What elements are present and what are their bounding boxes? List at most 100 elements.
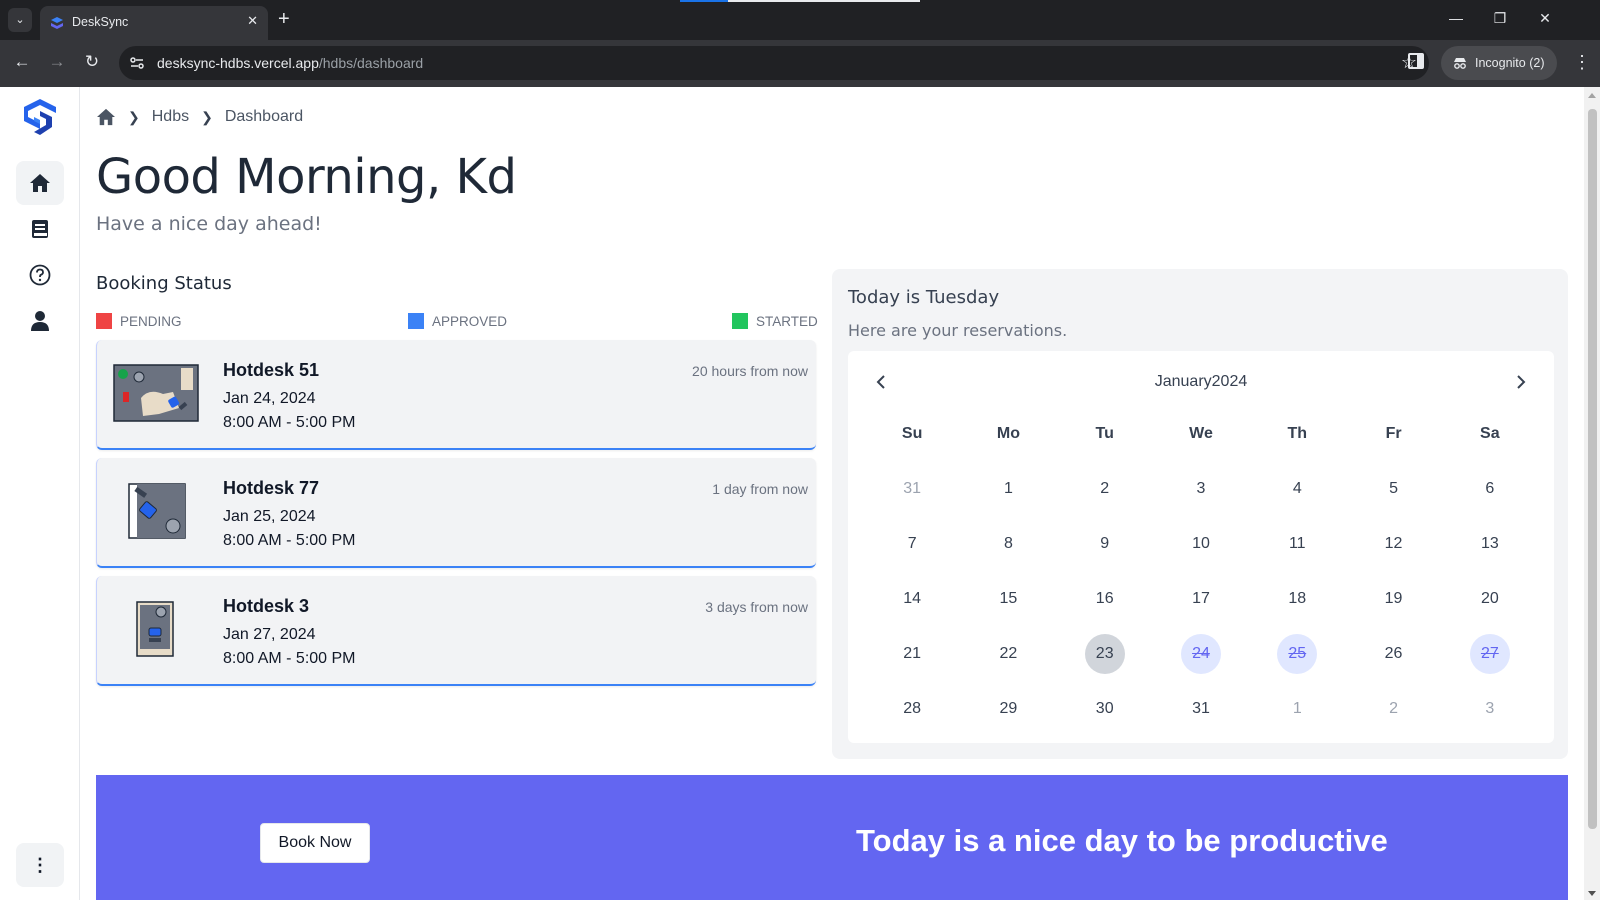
booking-status-title: Booking Status: [96, 273, 232, 294]
calendar-day[interactable]: 14: [864, 571, 960, 626]
sidebar-item-home[interactable]: [16, 161, 64, 205]
new-tab-button[interactable]: +: [278, 8, 290, 30]
calendar-day[interactable]: 10: [1153, 516, 1249, 571]
calendar-day[interactable]: 21: [864, 626, 960, 681]
weekday-label: Sa: [1480, 425, 1500, 442]
calendar-day-number: 2: [1100, 479, 1110, 497]
minimize-window-icon[interactable]: —: [1446, 10, 1466, 26]
tab-search-button[interactable]: ⌄: [8, 8, 32, 32]
legend-pending: PENDING: [96, 313, 182, 329]
page-title: Good Morning, Kd: [96, 149, 517, 205]
legend-started: STARTED: [732, 313, 818, 329]
calendar-day-number: 17: [1192, 589, 1210, 607]
calendar-day[interactable]: 15: [960, 571, 1056, 626]
calendar-day[interactable]: 9: [1057, 516, 1153, 571]
calendar-next-month-button[interactable]: [1508, 369, 1534, 395]
desk-floorplan-thumbnail: [113, 364, 199, 422]
sidebar-more-button[interactable]: ⋮: [16, 843, 64, 887]
booking-date: Jan 27, 2024: [223, 626, 316, 643]
browser-menu-icon[interactable]: ⋮: [1573, 50, 1591, 74]
close-window-icon[interactable]: ✕: [1535, 10, 1555, 27]
calendar-day[interactable]: 6: [1442, 461, 1538, 516]
calendar-month-label: January2024: [1154, 373, 1248, 390]
calendar-day[interactable]: 19: [1345, 571, 1441, 626]
calendar-day-number: 11: [1288, 534, 1306, 552]
side-panel-icon[interactable]: [1408, 53, 1424, 69]
calendar-day[interactable]: 20: [1442, 571, 1538, 626]
weekday-label: Fr: [1385, 425, 1402, 442]
browser-tab[interactable]: DeskSync ✕: [40, 6, 268, 40]
home-icon: [30, 174, 50, 192]
page-subtitle: Have a nice day ahead!: [96, 213, 322, 235]
scroll-down-arrow-icon[interactable]: [1588, 891, 1596, 896]
weekday-label: Th: [1287, 425, 1308, 442]
calendar-day-number: 27: [1469, 633, 1510, 674]
forward-arrow-icon[interactable]: →: [46, 52, 68, 72]
calendar-day[interactable]: 30: [1057, 681, 1153, 736]
calendar-day-number: 7: [907, 534, 917, 552]
calendar-day[interactable]: 8: [960, 516, 1056, 571]
breadcrumb-item-hdbs[interactable]: Hdbs: [152, 108, 189, 126]
calendar-day[interactable]: 18: [1249, 571, 1345, 626]
weekday-label: We: [1189, 425, 1213, 442]
back-arrow-icon[interactable]: ←: [11, 52, 33, 72]
booking-card[interactable]: Hotdesk 77 Jan 25, 2024 8:00 AM - 5:00 P…: [96, 458, 816, 568]
sidebar-item-bookings[interactable]: [16, 207, 64, 251]
calendar-day[interactable]: 28: [864, 681, 960, 736]
desk-floorplan-thumbnail: [128, 483, 186, 539]
address-bar[interactable]: desksync-hdbs.vercel.app/hdbs/dashboard …: [119, 46, 1429, 80]
booking-desk-name: Hotdesk 3: [223, 596, 310, 616]
calendar-day-today[interactable]: 23: [1057, 626, 1153, 681]
calendar-day-number: 5: [1389, 479, 1399, 497]
booking-date: Jan 24, 2024: [223, 390, 316, 407]
sidebar-item-help[interactable]: [16, 253, 64, 297]
calendar-day[interactable]: 1: [960, 461, 1056, 516]
reservations-calendar-panel: Today is Tuesday Here are your reservati…: [832, 269, 1568, 759]
calendar-day[interactable]: 2: [1057, 461, 1153, 516]
calendar-day[interactable]: 17: [1153, 571, 1249, 626]
booking-time: 8:00 AM - 5:00 PM: [223, 532, 356, 549]
calendar-day[interactable]: 31: [864, 461, 960, 516]
booking-desk-name: Hotdesk 51: [223, 360, 320, 380]
pending-swatch: [96, 313, 112, 329]
browser-tab-bar: ⌄ DeskSync ✕ + — ❐ ✕: [0, 0, 1600, 40]
incognito-button[interactable]: Incognito (2): [1441, 46, 1557, 80]
calendar-day[interactable]: 5: [1345, 461, 1441, 516]
calendar-day[interactable]: 11: [1249, 516, 1345, 571]
desksync-logo-icon[interactable]: [20, 97, 60, 137]
restore-window-icon[interactable]: ❐: [1490, 10, 1510, 27]
calendar-weekday-header: Su Mo Tu We Th Fr Sa: [864, 425, 1538, 443]
calendar-day[interactable]: 29: [960, 681, 1056, 736]
calendar-day[interactable]: 7: [864, 516, 960, 571]
breadcrumb-home-icon[interactable]: [96, 108, 116, 126]
page-scrollbar[interactable]: [1584, 87, 1600, 900]
calendar-day[interactable]: 4: [1249, 461, 1345, 516]
calendar-day[interactable]: 3: [1153, 461, 1249, 516]
calendar-day[interactable]: 2: [1345, 681, 1441, 736]
calendar-day[interactable]: 26: [1345, 626, 1441, 681]
calendar-day-number: 3: [1196, 479, 1206, 497]
calendar-day[interactable]: 1: [1249, 681, 1345, 736]
booking-card[interactable]: Hotdesk 3 Jan 27, 2024 8:00 AM - 5:00 PM…: [96, 576, 816, 686]
sidebar-item-profile[interactable]: [16, 299, 64, 343]
tab-close-icon[interactable]: ✕: [247, 13, 258, 29]
calendar-day-booked[interactable]: 24: [1153, 626, 1249, 681]
calendar-day[interactable]: 31: [1153, 681, 1249, 736]
calendar-day-number: 9: [1100, 534, 1110, 552]
calendar-day[interactable]: 22: [960, 626, 1056, 681]
calendar-day[interactable]: 16: [1057, 571, 1153, 626]
calendar-day-number: 2: [1389, 699, 1399, 717]
calendar-day-booked[interactable]: 25: [1249, 626, 1345, 681]
book-now-button[interactable]: Book Now: [260, 823, 370, 863]
calendar-day-booked[interactable]: 27: [1442, 626, 1538, 681]
app-root: ⋮ ❯ Hdbs ❯ Dashboard Good Morning, Kd Ha…: [0, 87, 1600, 900]
reservations-subtitle: Here are your reservations.: [848, 321, 1068, 340]
scrollbar-thumb[interactable]: [1588, 109, 1597, 829]
reload-icon[interactable]: ↻: [81, 52, 103, 72]
calendar-day[interactable]: 12: [1345, 516, 1441, 571]
scroll-up-arrow-icon[interactable]: [1588, 93, 1596, 98]
calendar-day[interactable]: 3: [1442, 681, 1538, 736]
booking-card[interactable]: Hotdesk 51 Jan 24, 2024 8:00 AM - 5:00 P…: [96, 340, 816, 450]
calendar-day[interactable]: 13: [1442, 516, 1538, 571]
site-info-icon[interactable]: [129, 55, 145, 71]
